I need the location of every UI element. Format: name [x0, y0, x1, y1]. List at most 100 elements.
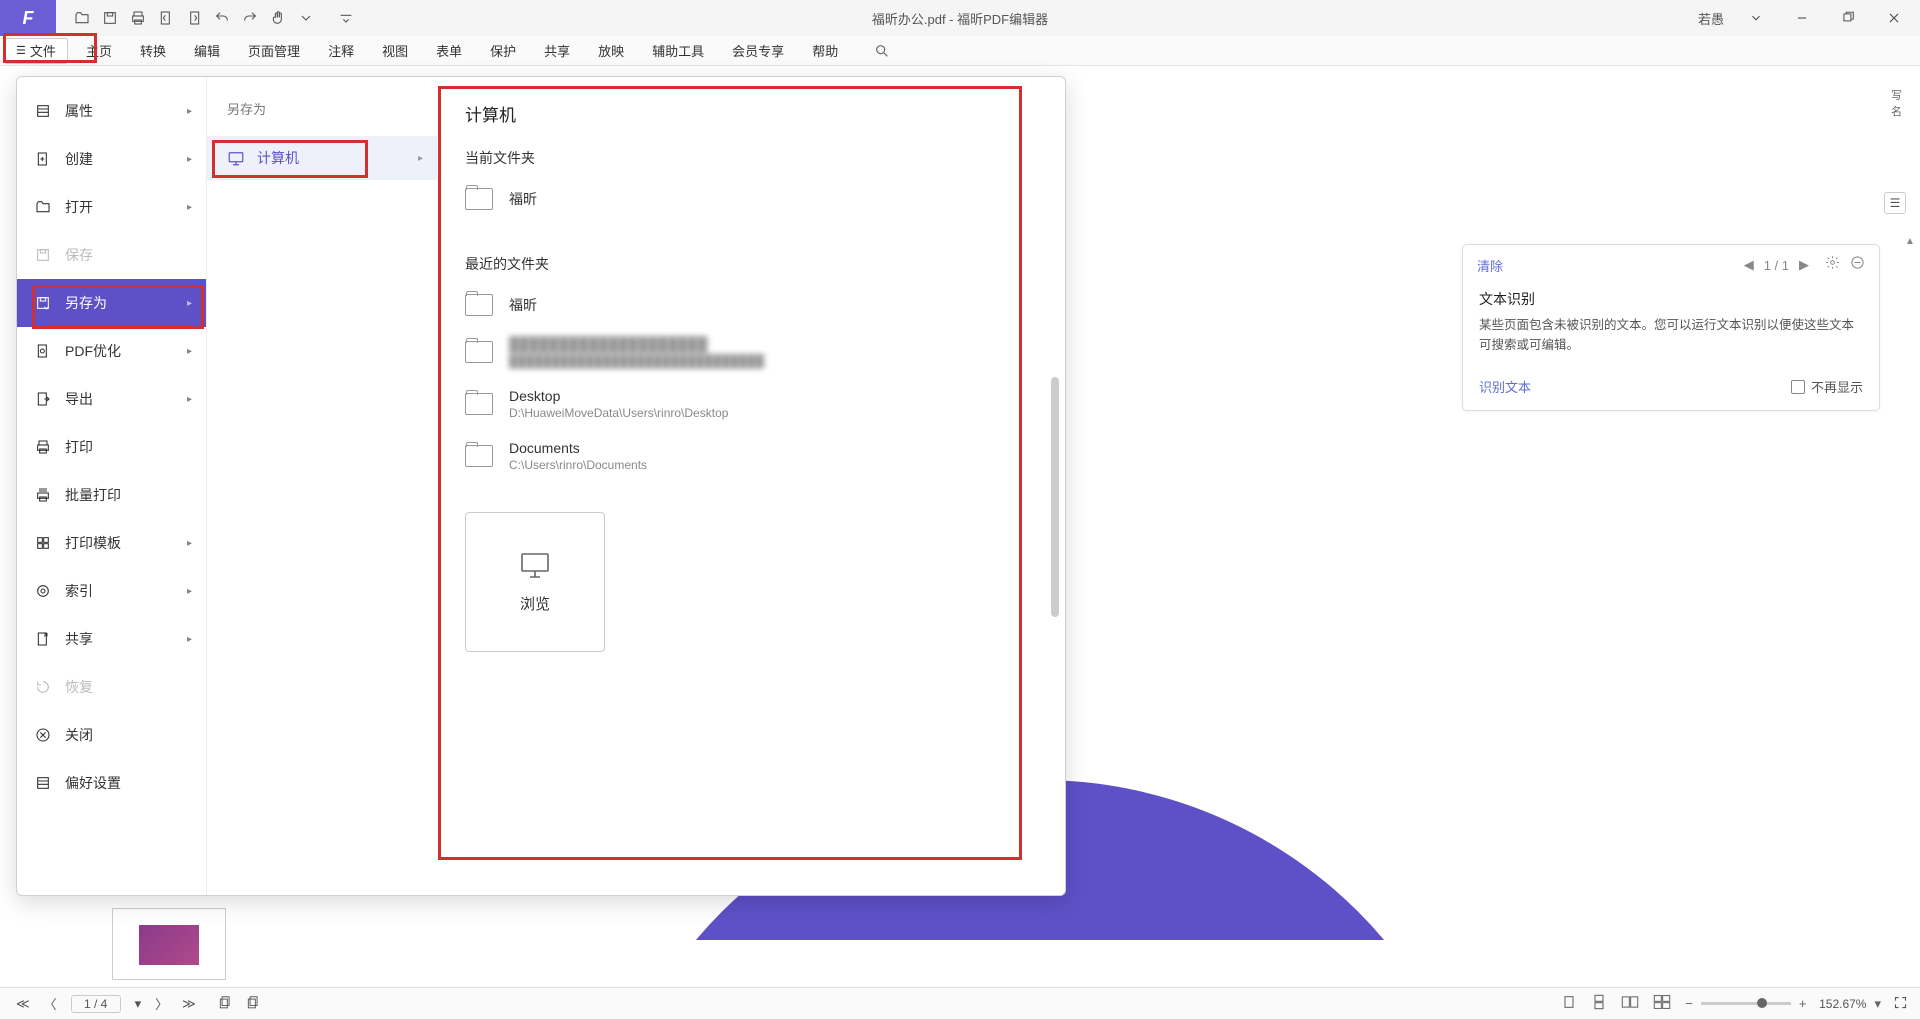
- open-icon[interactable]: [68, 4, 96, 32]
- chevron-right-icon: ▸: [187, 202, 192, 213]
- view-facing-icon[interactable]: [1619, 992, 1641, 1015]
- minus-circle-icon[interactable]: [1850, 255, 1865, 275]
- zoom-out-icon[interactable]: −: [1683, 994, 1695, 1013]
- menu-print[interactable]: 打印: [17, 423, 206, 471]
- status-bar: ≪ 〈 1 / 4 ▾ 〉 ≫ − + 152.67% ▾: [0, 987, 1920, 1019]
- close-button[interactable]: [1874, 4, 1914, 32]
- folder-icon: [465, 393, 493, 415]
- main-scrollbar[interactable]: ▲: [1904, 236, 1916, 979]
- menu-comment[interactable]: 注释: [314, 36, 368, 65]
- view-single-icon[interactable]: [1559, 992, 1579, 1015]
- folder-item[interactable]: DocumentsC:\Users\rinro\Documents: [465, 430, 1037, 482]
- chevron-right-icon: ▸: [187, 154, 192, 165]
- menu-create[interactable]: 创建▸: [17, 135, 206, 183]
- copy-page-icon[interactable]: [214, 993, 236, 1014]
- search-icon[interactable]: [860, 36, 904, 65]
- page-next-icon[interactable]: [180, 4, 208, 32]
- customize-dropdown-icon[interactable]: [332, 4, 360, 32]
- folder-path: ██████████████████████████████: [509, 354, 764, 368]
- menu-label: 计算机: [257, 148, 299, 168]
- open-folder-icon: [35, 199, 53, 215]
- folder-item[interactable]: 福昕: [465, 178, 1037, 220]
- menu-home[interactable]: 主页: [72, 36, 126, 65]
- print-icon[interactable]: [124, 4, 152, 32]
- zoom-dropdown-icon[interactable]: ▾: [1872, 994, 1883, 1014]
- checkbox-label: 不再显示: [1811, 377, 1863, 396]
- prev-icon[interactable]: ◀: [1742, 255, 1756, 275]
- menu-properties[interactable]: 属性▸: [17, 87, 206, 135]
- menu-accessibility[interactable]: 辅助工具: [638, 36, 718, 65]
- menu-print-template[interactable]: 打印模板▸: [17, 519, 206, 567]
- zoom-slider-knob[interactable]: [1757, 998, 1767, 1008]
- thumbnail[interactable]: [112, 908, 226, 980]
- save-icon[interactable]: [96, 4, 124, 32]
- menu-preferences[interactable]: 偏好设置: [17, 759, 206, 807]
- zoom-slider[interactable]: [1701, 1002, 1791, 1005]
- dont-show-checkbox[interactable]: 不再显示: [1791, 377, 1863, 396]
- menu-vip[interactable]: 会员专享: [718, 36, 798, 65]
- file-menu-button[interactable]: 文件: [4, 38, 68, 64]
- ocr-header: 清除 ◀ 1 / 1 ▶: [1463, 245, 1879, 285]
- chevron-right-icon: ▸: [187, 538, 192, 549]
- prev-page-icon[interactable]: 〈: [40, 992, 61, 1015]
- quick-access-toolbar: [68, 4, 360, 32]
- page-prev-icon[interactable]: [152, 4, 180, 32]
- maximize-button[interactable]: [1828, 4, 1868, 32]
- user-dropdown-icon[interactable]: [1736, 4, 1776, 32]
- minimize-button[interactable]: [1782, 4, 1822, 32]
- folder-item[interactable]: ████████████████████████████████████████…: [465, 326, 1037, 378]
- recognize-text-link[interactable]: 识别文本: [1479, 377, 1531, 396]
- menu-open[interactable]: 打开▸: [17, 183, 206, 231]
- menu-view[interactable]: 视图: [368, 36, 422, 65]
- zoom-in-icon[interactable]: +: [1797, 994, 1809, 1013]
- first-page-icon[interactable]: ≪: [12, 994, 34, 1014]
- saveas-computer[interactable]: 计算机 ▸: [207, 136, 437, 180]
- fullscreen-icon[interactable]: [1893, 995, 1908, 1013]
- clear-link[interactable]: 清除: [1477, 256, 1503, 275]
- folder-icon: [465, 294, 493, 316]
- menu-convert[interactable]: 转换: [126, 36, 180, 65]
- ribbon-group-label-2: 名: [1891, 106, 1902, 118]
- panel-toggle-icon[interactable]: ☰: [1884, 192, 1906, 214]
- menu-present[interactable]: 放映: [584, 36, 638, 65]
- menu-edit[interactable]: 编辑: [180, 36, 234, 65]
- folder-item[interactable]: DesktopD:\HuaweiMoveData\Users\rinro\Des…: [465, 378, 1037, 430]
- next-icon[interactable]: ▶: [1797, 255, 1811, 275]
- view-facing-continuous-icon[interactable]: [1651, 992, 1673, 1015]
- menu-index[interactable]: 索引▸: [17, 567, 206, 615]
- folder-item[interactable]: 福昕: [465, 284, 1037, 326]
- menu-optimize[interactable]: PDF优化▸: [17, 327, 206, 375]
- rotate-page-icon[interactable]: [242, 993, 264, 1014]
- menu-batch-print[interactable]: 批量打印: [17, 471, 206, 519]
- browse-button[interactable]: 浏览: [465, 512, 605, 652]
- menu-help[interactable]: 帮助: [798, 36, 852, 65]
- menu-export[interactable]: 导出▸: [17, 375, 206, 423]
- scrollbar-thumb[interactable]: [1051, 377, 1059, 617]
- menu-form[interactable]: 表单: [422, 36, 476, 65]
- undo-icon[interactable]: [208, 4, 236, 32]
- gear-icon[interactable]: [1825, 255, 1840, 275]
- user-name[interactable]: 若愚: [1692, 5, 1730, 32]
- next-page-icon[interactable]: 〉: [151, 992, 172, 1015]
- scroll-up-icon[interactable]: ▲: [1904, 236, 1916, 248]
- page-indicator: 1 / 1: [1764, 258, 1789, 273]
- titlebar-right: 若愚: [1692, 4, 1920, 32]
- menu-page-manage[interactable]: 页面管理: [234, 36, 314, 65]
- menu-close-file[interactable]: 关闭: [17, 711, 206, 759]
- view-continuous-icon[interactable]: [1589, 992, 1609, 1015]
- menu-protect[interactable]: 保护: [476, 36, 530, 65]
- page-input[interactable]: 1 / 4: [71, 995, 121, 1013]
- menu-label: 保存: [65, 245, 93, 265]
- chevron-down-icon[interactable]: [292, 4, 320, 32]
- menu-label: 关闭: [65, 725, 93, 745]
- hand-icon[interactable]: [264, 4, 292, 32]
- ribbon-group-sign: 写 名: [1891, 88, 1902, 120]
- redo-icon[interactable]: [236, 4, 264, 32]
- thumbnail-preview: [139, 925, 199, 965]
- menu-share-file[interactable]: 共享▸: [17, 615, 206, 663]
- menu-save-as[interactable]: 另存为▸: [17, 279, 206, 327]
- menu-share[interactable]: 共享: [530, 36, 584, 65]
- last-page-icon[interactable]: ≫: [178, 994, 200, 1014]
- page-dropdown-icon[interactable]: ▾: [131, 994, 146, 1014]
- col2-header: 另存为: [207, 95, 437, 136]
